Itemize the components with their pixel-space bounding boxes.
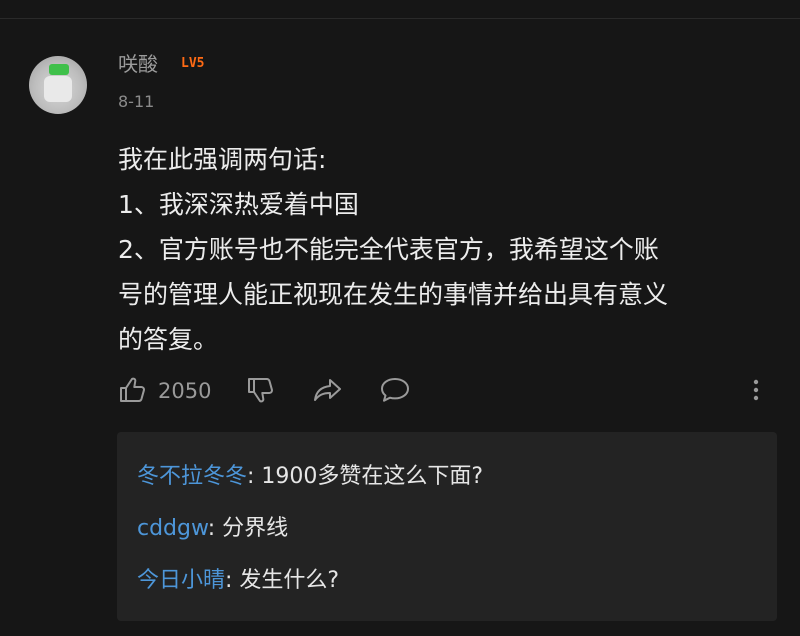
reply-text: : 分界线: [207, 516, 289, 541]
reply-text: : 发生什么?: [225, 568, 340, 593]
more-vertical-icon: [748, 375, 764, 405]
comment-line: 号的管理人能正视现在发生的事情并给出具有意义: [118, 280, 669, 309]
share-button[interactable]: [312, 374, 344, 406]
reply-item[interactable]: 今日小晴: 发生什么?: [137, 566, 339, 596]
reply-item[interactable]: 冬不拉冬冬: 1900多赞在这么下面?: [137, 462, 483, 492]
like-button[interactable]: [118, 374, 148, 406]
share-icon: [312, 375, 344, 405]
top-divider: [0, 18, 800, 19]
reply-preview-box[interactable]: 冬不拉冬冬: 1900多赞在这么下面? cddgw: 分界线 今日小晴: 发生什…: [117, 432, 777, 621]
like-count: 2050: [158, 379, 212, 403]
comment-icon: [379, 375, 411, 405]
comment-content: 我在此强调两句话: 1、我深深热爱着中国 2、官方账号也不能完全代表官方，我希望…: [118, 137, 768, 362]
comment-actions: 2050: [118, 372, 778, 408]
thumbs-down-icon: [246, 375, 276, 405]
reply-username[interactable]: cddgw: [137, 516, 208, 541]
more-button[interactable]: [748, 374, 764, 406]
thumbs-up-icon: [118, 375, 148, 405]
reply-button[interactable]: [379, 374, 411, 406]
comment-line: 2、官方账号也不能完全代表官方，我希望这个账: [118, 235, 659, 264]
level-badge: LV5: [181, 56, 205, 71]
avatar-face: [44, 76, 72, 102]
username[interactable]: 咲酸: [118, 50, 158, 78]
reply-username[interactable]: 冬不拉冬冬: [137, 464, 247, 489]
comment-line: 的答复。: [118, 325, 219, 354]
reply-text: : 1900多赞在这么下面?: [247, 464, 484, 489]
reply-username[interactable]: 今日小晴: [137, 568, 225, 593]
avatar-hat: [49, 64, 69, 75]
avatar[interactable]: [29, 56, 87, 114]
comment-line: 1、我深深热爱着中国: [118, 190, 359, 219]
reply-item[interactable]: cddgw: 分界线: [137, 514, 288, 544]
comment-line: 我在此强调两句话:: [118, 145, 327, 174]
comment-date: 8-11: [118, 92, 155, 111]
dislike-button[interactable]: [246, 374, 276, 406]
